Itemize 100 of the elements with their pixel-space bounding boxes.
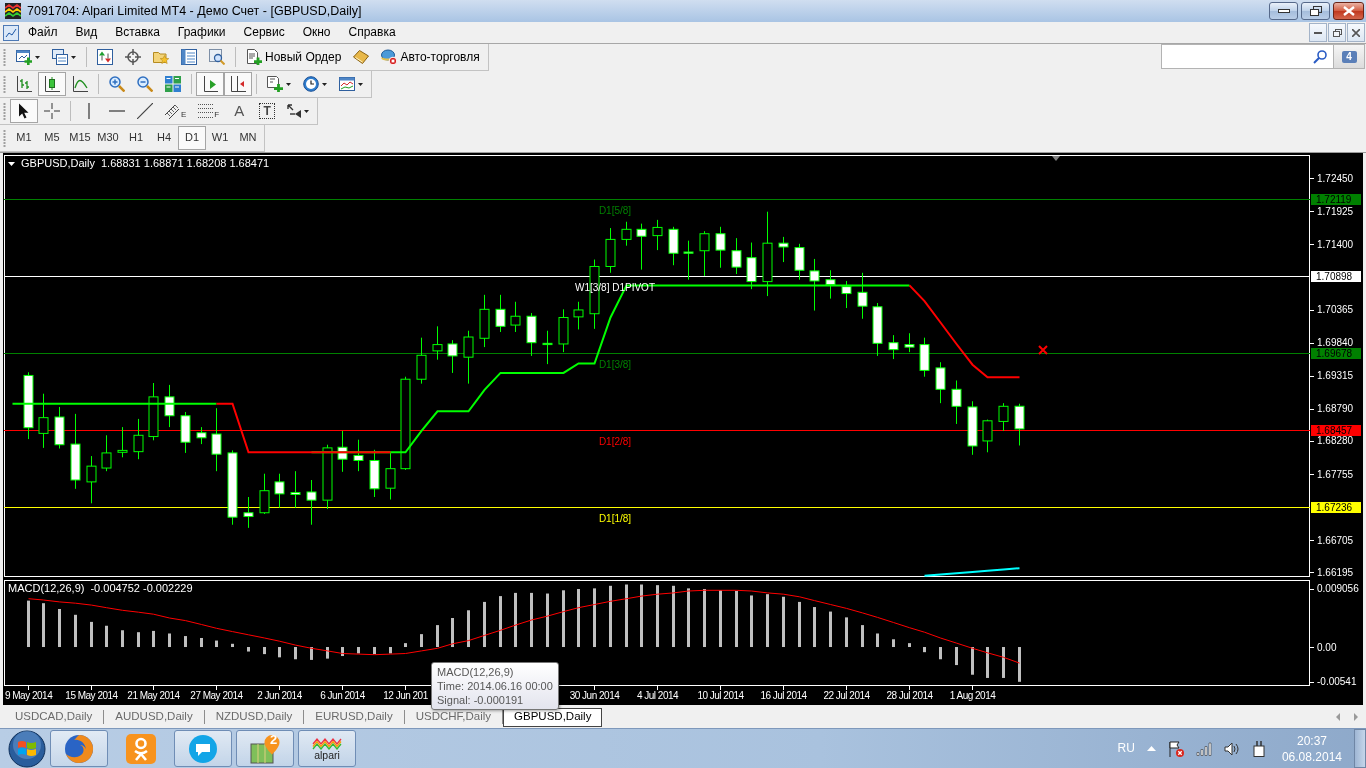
axis-label: 0.009056: [1317, 583, 1359, 595]
minimize-button[interactable]: [1309, 23, 1327, 42]
toolbar-button[interactable]: Новый Ордер: [240, 45, 348, 69]
flag-error-icon[interactable]: [1167, 740, 1184, 757]
toolbar-button[interactable]: [38, 72, 66, 96]
axis-label: 1.70365: [1317, 304, 1354, 316]
candle-body: [180, 415, 191, 443]
toolbar-button[interactable]: [196, 72, 224, 96]
restore-icon: [1309, 6, 1322, 16]
taskbar-button[interactable]: [50, 730, 108, 767]
axis-label: 1.71925: [1317, 205, 1354, 217]
grip-handle-icon[interactable]: [3, 101, 6, 121]
toolbar-button[interactable]: Авто-торговля: [375, 45, 486, 69]
date-label: 28 Jul 2014: [886, 690, 933, 701]
candle-wick: [688, 240, 689, 281]
candle-body: [369, 460, 380, 490]
minimize-button[interactable]: [1269, 2, 1298, 20]
timeframe-button[interactable]: M5: [38, 126, 66, 150]
globe-fox-icon: [64, 733, 94, 764]
messages-button[interactable]: 4: [1334, 44, 1365, 69]
timeframe-button[interactable]: W1: [206, 126, 234, 150]
toolbar-button[interactable]: T: [259, 103, 276, 119]
restore-button[interactable]: [1301, 2, 1330, 20]
price-tag: 1.68457: [1311, 425, 1361, 436]
candle-wick: [91, 455, 92, 504]
candle-body: [636, 228, 647, 237]
candle-body: [274, 481, 285, 495]
grip-handle-icon[interactable]: [3, 47, 6, 67]
toolbar-button[interactable]: E: [159, 99, 193, 123]
axis-label: 0.00: [1317, 641, 1337, 653]
candle-wick: [862, 272, 863, 320]
menu-item[interactable]: Графики: [168, 22, 235, 43]
candle-body: [715, 233, 726, 251]
toolbar-button[interactable]: [10, 99, 38, 123]
candle-wick: [138, 418, 139, 460]
grip-handle-icon[interactable]: [3, 74, 6, 94]
candle-body: [526, 315, 537, 344]
shift-marker-icon[interactable]: [1052, 156, 1060, 161]
timeframe-button[interactable]: MN: [234, 126, 262, 150]
volume-icon[interactable]: [1223, 741, 1240, 756]
candle-body: [54, 416, 65, 446]
chart-title: GBPUSD,Daily: [21, 157, 95, 170]
chart-tab[interactable]: USDCAD,Daily: [4, 707, 104, 727]
candle-wick: [279, 473, 280, 509]
candle-wick: [169, 384, 170, 428]
power-plug-icon[interactable]: [1251, 740, 1266, 757]
toolbar-button[interactable]: F: [192, 99, 226, 123]
y-tick-label: 1.70898: [1316, 271, 1353, 282]
menu-item[interactable]: Файл: [19, 22, 67, 43]
timeframe-button[interactable]: M1: [10, 126, 38, 150]
y-tick-label: 1.69678: [1316, 348, 1353, 359]
taskbar-button[interactable]: alpari: [298, 730, 356, 767]
candle-body: [322, 447, 333, 501]
toolbar-button[interactable]: A: [225, 99, 254, 123]
candle-body: [762, 242, 773, 283]
timeframe-button[interactable]: M15: [66, 126, 94, 150]
menu-item[interactable]: Сервис: [234, 22, 294, 43]
candle-body: [794, 247, 805, 271]
date-label: 2 Jun 2014: [257, 690, 302, 701]
minimize-icon: [1314, 31, 1322, 34]
chart-tab[interactable]: EURUSD,Daily: [304, 707, 404, 727]
menu-item[interactable]: Справка: [339, 22, 405, 43]
date-label: 12 Jun 201: [383, 690, 428, 701]
menu-item[interactable]: Вставка: [106, 22, 169, 43]
candle-wick: [43, 393, 44, 449]
candle-body: [23, 374, 34, 429]
autoscroll-icon: [230, 76, 246, 92]
timeframe-button[interactable]: M30: [94, 126, 122, 150]
triangle-down-icon[interactable]: [8, 161, 15, 166]
candle-body: [86, 465, 97, 483]
timeframe-button[interactable]: H4: [150, 126, 178, 150]
chart-tab[interactable]: AUDUSD,Daily: [104, 707, 204, 727]
timeframe-button[interactable]: D1: [178, 126, 206, 150]
menu-item[interactable]: Окно: [293, 22, 340, 43]
start-button[interactable]: [8, 729, 46, 768]
trend-line-icon: [137, 103, 153, 119]
cap-stop-icon: [381, 49, 398, 65]
taskbar-button[interactable]: [174, 730, 232, 767]
candle-body: [290, 492, 301, 495]
grip-handle-icon[interactable]: [3, 128, 6, 148]
candle-body: [148, 396, 159, 438]
menu-item[interactable]: Вид: [66, 22, 107, 43]
restore-button[interactable]: [1328, 23, 1346, 42]
toolbar-button[interactable]: [224, 72, 252, 96]
close-icon: [1352, 28, 1360, 37]
y-tick-label: 1.72119: [1316, 194, 1352, 205]
close-button[interactable]: [1333, 2, 1364, 20]
map-pin-icon: [250, 733, 280, 764]
level-label: D1[2/8]: [598, 435, 632, 447]
chart-tab[interactable]: NZDUSD,Daily: [204, 707, 304, 727]
signal-bars-icon[interactable]: [1195, 741, 1212, 756]
level-label: D1[5/8]: [598, 204, 632, 216]
search-field[interactable]: [1161, 44, 1334, 69]
close-button[interactable]: [1347, 23, 1365, 42]
chart-window-icon[interactable]: [3, 24, 19, 41]
candle-wick: [1003, 402, 1004, 432]
chart-tab[interactable]: USDCHF,Daily: [404, 707, 503, 727]
timeframe-button[interactable]: H1: [122, 126, 150, 150]
candle-wick: [248, 496, 249, 529]
candle-body: [1014, 405, 1025, 430]
